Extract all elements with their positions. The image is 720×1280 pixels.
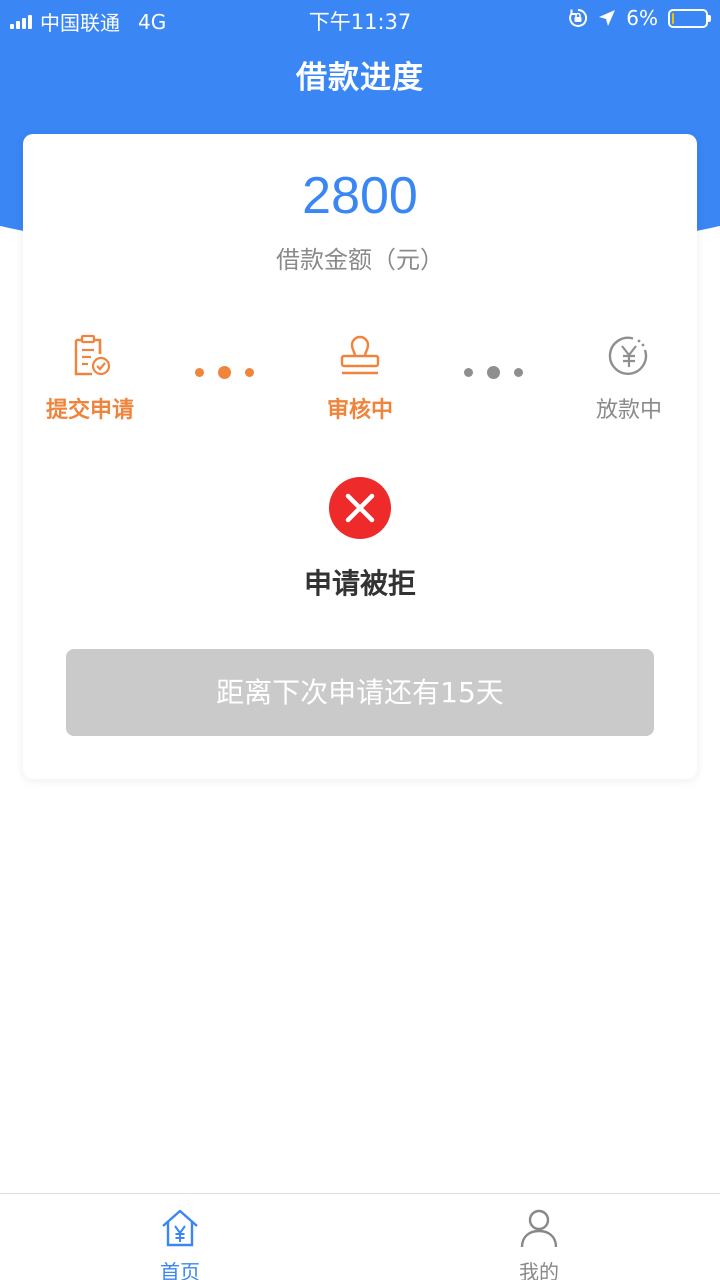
step-submit-label: 提交申请	[45, 398, 134, 423]
step-review-label: 审核中	[326, 398, 393, 423]
user-icon	[520, 1209, 558, 1248]
step-review: 审核中	[295, 332, 425, 424]
loan-amount: 2800	[302, 167, 418, 225]
home-yen-icon	[162, 1209, 198, 1247]
next-application-countdown-button[interactable]: 距离下次申请还有15天	[66, 649, 654, 736]
orientation-lock-icon	[569, 8, 588, 27]
battery-percent: 6%	[626, 6, 658, 30]
tab-mine-label: 我的	[519, 1260, 559, 1280]
battery-level	[672, 12, 674, 24]
loan-amount-label: 借款金额（元）	[276, 246, 444, 274]
close-circle-icon	[329, 477, 391, 539]
page-title: 借款进度	[296, 60, 424, 96]
tab-mine[interactable]: 我的	[479, 1208, 599, 1280]
progress-dots-1	[195, 366, 254, 379]
screen: 中国联通 4G 下午11:37 6% 借款进度 2800 借款金额（元） 提交申…	[0, 0, 720, 1280]
yen-circle-icon	[608, 336, 648, 375]
rejection-status: 申请被拒	[303, 567, 416, 600]
tab-home-label: 首页	[160, 1260, 200, 1280]
step-disburse: 放款中	[564, 332, 694, 424]
document-check-icon	[74, 334, 111, 376]
bottom-tab-bar: 首页 我的	[0, 1193, 720, 1280]
stamp-icon	[340, 335, 380, 375]
step-submit: 提交申请	[25, 332, 155, 424]
location-arrow-icon	[599, 10, 616, 26]
battery-icon	[668, 8, 711, 28]
loan-progress-card: 2800 借款金额（元） 提交申请 审核中 放款中 申请被拒 距离下次申请还有1…	[23, 134, 697, 779]
step-disburse-label: 放款中	[595, 398, 662, 423]
status-bar: 中国联通 4G 下午11:37 6%	[0, 0, 720, 38]
tab-home[interactable]: 首页	[120, 1208, 240, 1280]
progress-dots-2	[464, 366, 523, 379]
